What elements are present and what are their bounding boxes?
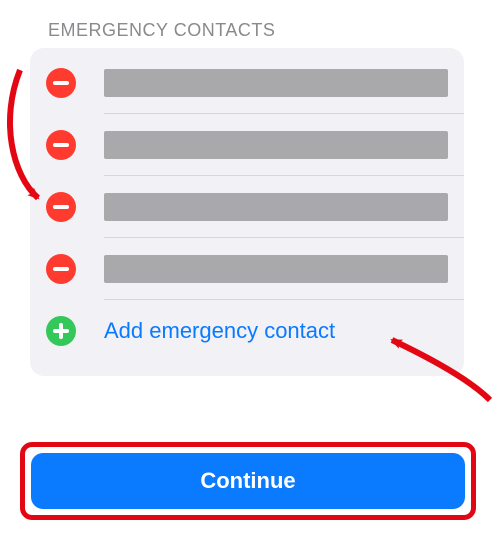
delete-icon[interactable] xyxy=(46,130,76,160)
contact-name-redacted xyxy=(104,193,448,221)
contact-row[interactable] xyxy=(30,238,464,300)
emergency-contacts-card: Add emergency contact xyxy=(30,48,464,376)
contact-row[interactable] xyxy=(30,114,464,176)
contact-row[interactable] xyxy=(30,176,464,238)
continue-button[interactable]: Continue xyxy=(31,453,465,509)
delete-icon[interactable] xyxy=(46,68,76,98)
delete-icon[interactable] xyxy=(46,192,76,222)
contact-row[interactable] xyxy=(30,52,464,114)
add-icon[interactable] xyxy=(46,316,76,346)
contact-name-redacted xyxy=(104,131,448,159)
delete-icon[interactable] xyxy=(46,254,76,284)
contact-name-redacted xyxy=(104,69,448,97)
contact-name-redacted xyxy=(104,255,448,283)
section-header: EMERGENCY CONTACTS xyxy=(48,20,275,41)
annotation-highlight-box: Continue xyxy=(20,442,476,520)
add-contact-row[interactable]: Add emergency contact xyxy=(30,300,464,362)
add-contact-link[interactable]: Add emergency contact xyxy=(104,318,335,344)
